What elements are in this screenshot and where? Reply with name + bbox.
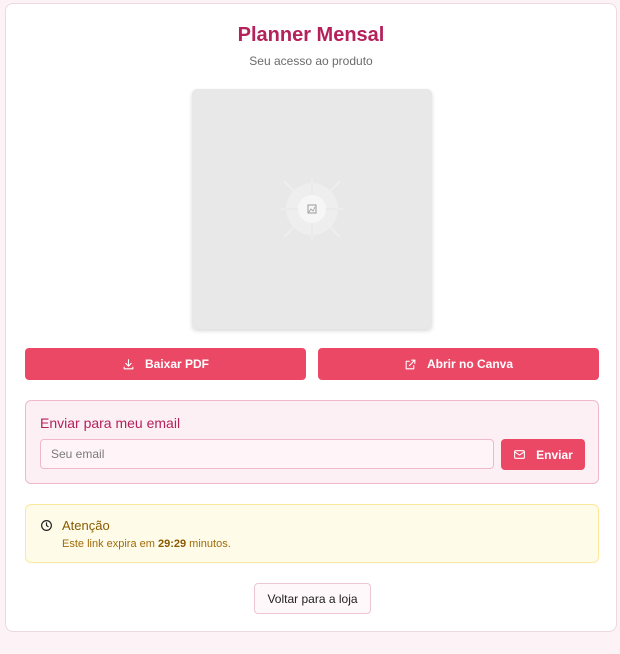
alert-text-prefix: Este link expira em [62, 538, 158, 550]
page-subtitle: Seu acesso ao produto [249, 54, 373, 68]
alert-title: Atenção [62, 518, 110, 533]
expiration-timer: 29:29 [157, 538, 187, 550]
download-pdf-button[interactable]: Baixar PDF [25, 348, 306, 380]
email-section-title: Enviar para meu email [40, 415, 181, 431]
download-icon [123, 358, 134, 369]
product-access-card: Planner Mensal Seu acesso ao produto Bai… [5, 3, 617, 632]
clock-icon [41, 520, 52, 531]
back-to-store-button[interactable]: Voltar para a loja [254, 583, 371, 614]
expiration-alert: Atenção Este link expira em 29:29 minuto… [25, 504, 599, 563]
product-preview-image [192, 89, 432, 329]
page-title: Planner Mensal [237, 24, 385, 46]
send-email-label: Enviar [536, 447, 573, 462]
send-email-button[interactable]: Enviar [501, 439, 585, 470]
email-input[interactable] [40, 439, 494, 469]
image-placeholder-icon [280, 177, 344, 241]
open-canva-label: Abrir no Canva [426, 357, 513, 371]
download-pdf-label: Baixar PDF [144, 357, 210, 371]
alert-text-suffix: minutos. [186, 538, 231, 550]
open-canva-button[interactable]: Abrir no Canva [318, 348, 599, 380]
alert-message: Este link expira em 29:29 minutos. [62, 538, 231, 550]
external-link-icon [405, 359, 416, 369]
email-section: Enviar para meu email Enviar [25, 400, 599, 484]
mail-icon [514, 450, 526, 459]
